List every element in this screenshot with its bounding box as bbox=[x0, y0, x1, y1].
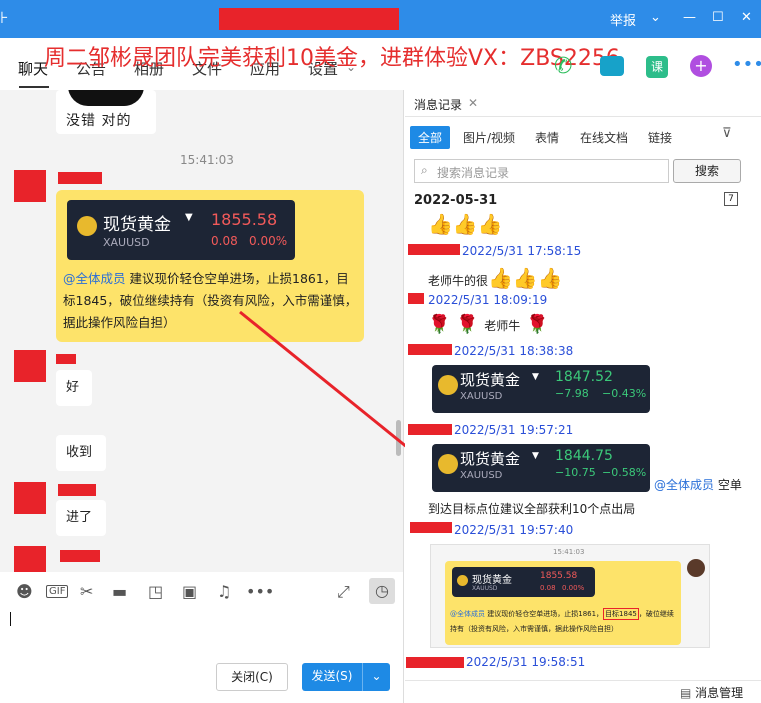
quote-name: 现货黄金 bbox=[472, 575, 512, 586]
history-timestamp: 2022/5/31 18:38:38 bbox=[454, 344, 574, 358]
quote-price: 1847.52 bbox=[555, 369, 613, 385]
history-message: 到达目标点位建议全部获利10个点出局 bbox=[428, 502, 636, 516]
dropdown-caret-icon: ▼ bbox=[532, 372, 539, 382]
mini-avatar bbox=[687, 559, 705, 577]
filter-media[interactable]: 图片/视频 bbox=[455, 126, 523, 149]
history-timestamp: 2022/5/31 18:09:19 bbox=[428, 293, 548, 307]
filter-links[interactable]: 链接 bbox=[640, 126, 680, 149]
gold-quote-card[interactable]: 现货黄金 ▼ XAUUSD 1844.75 −10.75 −0.58% bbox=[432, 444, 650, 492]
history-header: 消息记录 bbox=[414, 98, 463, 112]
filter-docs[interactable]: 在线文档 bbox=[572, 126, 636, 149]
sender-name-redacted bbox=[408, 293, 424, 304]
quote-name: 现货黄金 bbox=[460, 371, 521, 389]
quote-pct: −0.43% bbox=[602, 387, 647, 400]
quote-pct: 0.00% bbox=[562, 584, 585, 592]
history-date: 2022-05-31 bbox=[414, 193, 498, 208]
quote-symbol: XAUUSD bbox=[460, 391, 503, 402]
search-icon: ⌕ bbox=[421, 163, 428, 177]
history-close-icon[interactable]: ✕ bbox=[468, 96, 478, 110]
gif-icon[interactable]: GIF bbox=[46, 585, 69, 598]
sender-name-redacted bbox=[408, 424, 452, 435]
mention-all: @全体成员 bbox=[654, 478, 715, 492]
emoji-icon[interactable]: ☻ bbox=[16, 582, 33, 601]
calendar-icon[interactable]: 7 bbox=[724, 192, 738, 206]
message-manage-button[interactable]: ▤ 消息管理 bbox=[680, 684, 743, 701]
quote-change: −10.75 bbox=[555, 466, 596, 479]
highlighted-target: 目标1845 bbox=[603, 608, 639, 620]
quote-price: 1855.58 bbox=[540, 571, 578, 581]
history-message: @全体成员 空单 bbox=[654, 478, 742, 492]
mini-bubble: 现货黄金 XAUUSD 1855.58 0.08 0.00% @全体成员 建议现… bbox=[445, 561, 681, 645]
filter-settings-icon[interactable]: ⊽ bbox=[722, 126, 732, 141]
history-message: 🌹 🌹 老师牛 🌹 bbox=[428, 314, 549, 335]
gold-coin-icon bbox=[438, 454, 458, 474]
search-button[interactable]: 搜索 bbox=[673, 159, 741, 183]
send-options-icon[interactable]: ⌄ bbox=[362, 663, 390, 691]
mini-quote-card: 现货黄金 XAUUSD 1855.58 0.08 0.00% bbox=[452, 567, 595, 597]
filter-emoji[interactable]: 表情 bbox=[527, 126, 567, 149]
history-search-input[interactable]: ⌕ 搜索消息记录 bbox=[414, 159, 669, 183]
expand-icon[interactable]: ⤢ bbox=[337, 582, 350, 602]
gold-quote-card[interactable]: 现货黄金 ▼ XAUUSD 1847.52 −7.98 −0.43% bbox=[432, 365, 650, 413]
bell-icon[interactable]: ♫ bbox=[217, 582, 231, 601]
history-header-underline bbox=[405, 116, 761, 117]
sender-name-redacted bbox=[410, 522, 452, 533]
thumbs-up-emojis: 👍👍👍 bbox=[428, 212, 503, 236]
thumbs-up-icon: 👍👍👍 bbox=[488, 266, 563, 290]
history-message: 老师牛的很👍👍👍 bbox=[428, 266, 563, 290]
history-timestamp: 2022/5/31 17:58:15 bbox=[462, 244, 582, 258]
history-timestamp: 2022/5/31 19:58:51 bbox=[466, 655, 586, 669]
rose-icon: 🌹 🌹 bbox=[428, 314, 485, 335]
history-timestamp: 2022/5/31 19:57:40 bbox=[454, 523, 574, 537]
manage-icon: ▤ bbox=[680, 686, 696, 700]
mini-time: 15:41:03 bbox=[553, 548, 585, 556]
quote-pct: −0.58% bbox=[602, 466, 647, 479]
quote-symbol: XAUUSD bbox=[472, 585, 498, 592]
history-clock-icon[interactable]: ◷ bbox=[369, 578, 395, 604]
sender-name-redacted bbox=[406, 657, 464, 668]
quote-symbol: XAUUSD bbox=[460, 470, 503, 481]
quote-price: 1844.75 bbox=[555, 448, 613, 464]
folder-icon[interactable]: ▬ bbox=[112, 582, 127, 601]
tool-icon[interactable]: ◳ bbox=[148, 582, 163, 601]
history-timestamp: 2022/5/31 19:57:21 bbox=[454, 423, 574, 437]
search-placeholder: 搜索消息记录 bbox=[437, 166, 510, 180]
quote-change: 0.08 bbox=[540, 584, 556, 592]
filter-all[interactable]: 全部 bbox=[410, 126, 451, 149]
mini-text: @全体成员 建议现价轻仓空单进场，止损1861， 目标1845 ，破位继续持有（投资… bbox=[450, 608, 674, 633]
dropdown-caret-icon: ▼ bbox=[532, 451, 539, 461]
scissors-icon[interactable]: ✂ bbox=[80, 582, 93, 601]
more-tools-icon[interactable]: ••• bbox=[246, 582, 274, 601]
close-button[interactable]: 关闭(C) bbox=[216, 663, 288, 691]
text-cursor bbox=[10, 612, 11, 626]
quote-change: −7.98 bbox=[555, 387, 589, 400]
send-button[interactable]: 发送(S) bbox=[302, 663, 362, 691]
sender-name-redacted bbox=[408, 344, 452, 355]
image-icon[interactable]: ▣ bbox=[182, 582, 197, 601]
quote-name: 现货黄金 bbox=[460, 450, 521, 468]
rose-icon: 🌹 bbox=[520, 314, 549, 335]
screenshot-image[interactable]: 15:41:03 现货黄金 XAUUSD 1855.58 0.08 0.00% … bbox=[430, 544, 710, 648]
gold-coin-icon bbox=[457, 575, 468, 586]
gold-coin-icon bbox=[438, 375, 458, 395]
sender-name-redacted bbox=[408, 244, 460, 255]
